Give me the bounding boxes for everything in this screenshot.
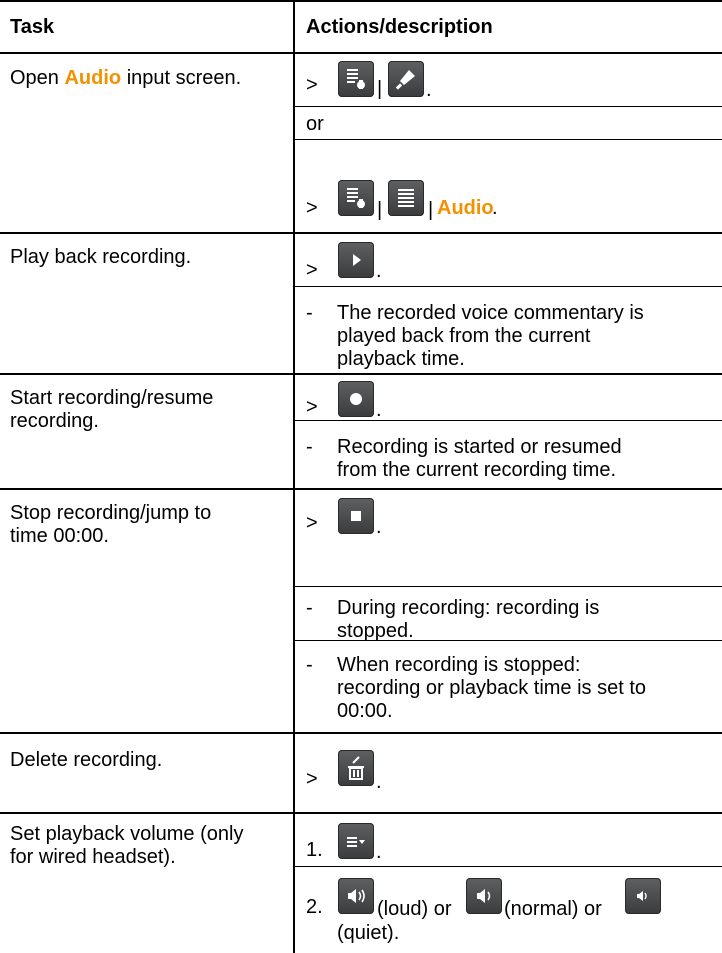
row2-desc-line2: played back from the current [337,325,591,347]
row-divider [0,812,722,814]
row4-period: . [376,516,382,538]
row4-dash2: - [306,654,313,676]
row4-desc2-line1: When recording is stopped: [337,654,581,676]
volume-quiet-icon[interactable] [625,878,661,914]
row6-normal-label: (normal) or [504,898,602,920]
row3-task-line1: Start recording/resume [10,387,214,409]
row4-dash1: - [306,597,313,619]
subrow-divider [295,106,722,107]
subrow-divider [295,866,722,867]
row4-desc2-line3: 00:00. [337,700,393,722]
row2-task: Play back recording. [10,246,192,268]
row4-gt: > [306,512,318,534]
table-top-border [0,0,722,2]
row2-gt: > [306,259,318,281]
row6-task-line1: Set playback volume (only [10,823,244,845]
dropdown-menu-icon[interactable] [338,823,374,859]
row6-task-line2: for wired headset). [10,846,176,868]
header-actions: Actions/description [306,16,493,38]
row4-desc1-line2: stopped. [337,620,414,642]
row1-period: . [426,79,432,101]
volume-loud-icon[interactable] [338,878,374,914]
row6-quiet-label: (quiet). [337,922,400,944]
row2-desc-line3: playback time. [337,348,465,370]
row2-period: . [376,260,382,282]
menu-touch-icon[interactable] [338,61,374,97]
row3-desc-line2: from the current recording time. [337,459,616,481]
row2-desc-line1: The recorded voice commentary is [337,302,644,324]
row5-period: . [376,771,382,793]
column-divider [293,0,295,953]
row1-gt2: > [306,197,318,219]
row3-desc-line1: Recording is started or resumed [337,436,622,458]
play-icon[interactable] [338,242,374,278]
row-divider [0,488,722,490]
delete-icon[interactable] [338,750,374,786]
row6-step2: 2. [306,896,323,918]
row5-task: Delete recording. [10,749,163,771]
row1-period2: . [492,197,498,219]
row1-task: Open Audio input screen. [10,67,242,89]
row3-dash: - [306,436,313,458]
row4-task-line1: Stop recording/jump to [10,502,212,524]
row-divider [0,732,722,734]
row6-loud-label: (loud) or [377,898,452,920]
row6-step1: 1. [306,839,323,861]
row3-gt: > [306,396,318,418]
row3-task-line2: recording. [10,410,99,432]
row3-period: . [376,399,382,421]
row1-or: or [306,113,324,135]
row2-dash: - [306,302,313,324]
row4-desc2-line2: recording or playback time is set to [337,677,647,699]
microphone-icon[interactable] [388,61,424,97]
subrow-divider [295,286,722,287]
subrow-divider [295,139,722,140]
row1-pipe: | [377,78,383,100]
subrow-divider [295,420,722,421]
row1-pipe3: | [428,199,434,221]
list-icon[interactable] [388,180,424,216]
row4-task-line2: time 00:00. [10,525,109,547]
row-divider [0,232,722,234]
row-divider [0,373,722,375]
row6-period: . [376,841,382,863]
record-icon[interactable] [338,381,374,417]
stop-icon[interactable] [338,498,374,534]
row1-pipe2: | [377,199,383,221]
volume-normal-icon[interactable] [466,878,502,914]
header-task: Task [10,16,55,38]
header-bottom-border [0,52,722,54]
row1-gt: > [306,74,318,96]
row1-audio-link[interactable]: Audio [437,196,494,220]
menu-touch-icon[interactable] [338,180,374,216]
subrow-divider [295,586,722,587]
row5-gt: > [306,768,318,790]
row4-desc1-line1: During recording: recording is [337,597,600,619]
